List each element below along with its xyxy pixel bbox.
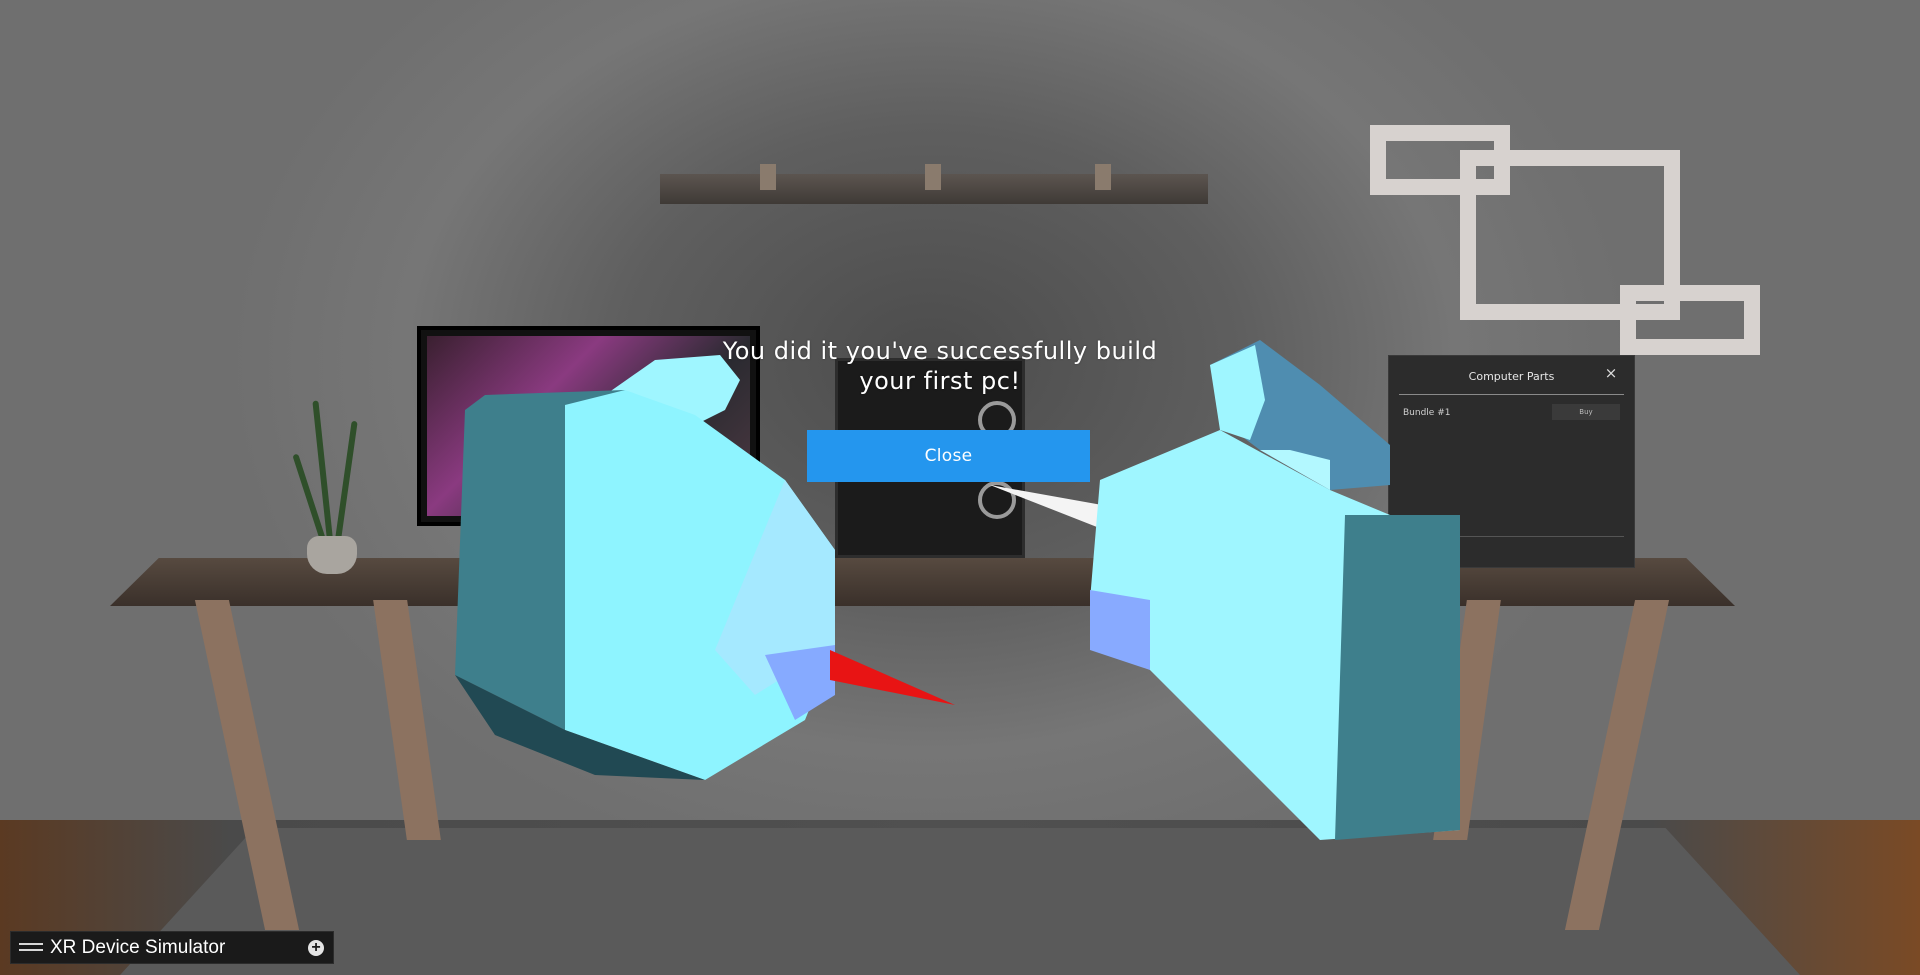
drag-handle-icon[interactable] (19, 943, 43, 953)
cube-shelves (1330, 120, 1770, 360)
xr-simulator-label: XR Device Simulator (50, 937, 226, 958)
shelf-bracket (1095, 164, 1111, 190)
floor-rug (120, 828, 1800, 975)
controller-part (1335, 515, 1460, 840)
plant-pot (307, 536, 357, 574)
right-controller (1090, 340, 1460, 840)
vr-scene: Computer Parts × Bundle #1 Buy You did i… (0, 0, 1920, 975)
close-icon[interactable]: × (1604, 366, 1618, 381)
ray-beam (830, 650, 955, 705)
cube-shelf (1620, 285, 1760, 355)
close-button[interactable]: Close (807, 430, 1090, 482)
buy-button[interactable]: Buy (1552, 404, 1620, 420)
red-ray (830, 650, 955, 705)
shelf-bracket (925, 164, 941, 190)
completion-message: You did it you've successfully build you… (722, 337, 1158, 395)
shelf-bracket (760, 164, 776, 190)
controller-part (1090, 590, 1150, 670)
xr-device-simulator-bar: XR Device Simulator + (10, 931, 334, 964)
left-controller (455, 355, 835, 780)
plus-circle-icon[interactable]: + (308, 940, 324, 956)
completion-dialog: You did it you've successfully build you… (720, 336, 1160, 482)
